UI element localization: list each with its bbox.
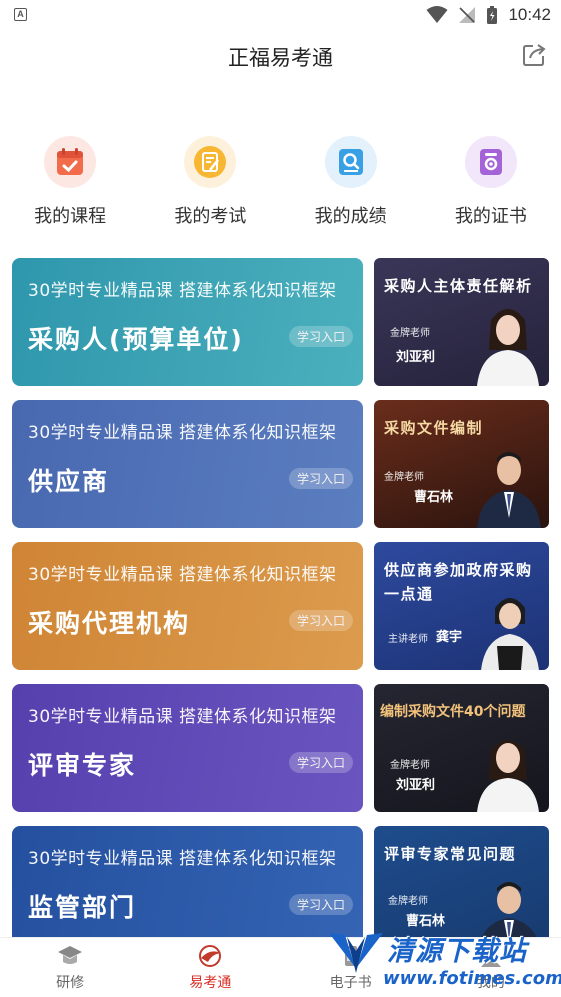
course-list: 30学时专业精品课 搭建体系化知识框架 采购人(预算单位) 学习入口 采购人主体… xyxy=(12,258,549,968)
course-name: 采购代理机构 xyxy=(28,609,191,638)
bottom-nav: 研修 易考通 电子书 我的 xyxy=(0,937,561,997)
teacher-rank: 主讲老师 xyxy=(388,634,428,645)
teacher-rank: 金牌老师 xyxy=(388,896,428,907)
clock: 10:42 xyxy=(508,5,551,24)
nav-profile[interactable]: 我的 xyxy=(436,938,546,997)
teacher-rank: 金牌老师 xyxy=(390,328,430,339)
course-subtitle: 30学时专业精品课 搭建体系化知识框架 xyxy=(28,849,337,869)
course-row: 30学时专业精品课 搭建体系化知识框架 采购人(预算单位) 学习入口 采购人主体… xyxy=(12,258,549,386)
teacher-photo xyxy=(477,452,541,528)
my-courses-label: 我的课程 xyxy=(34,206,107,227)
study-entry-button[interactable]: 学习入口 xyxy=(288,468,353,489)
course-name: 评审专家 xyxy=(28,751,137,780)
promo-card[interactable]: 采购文件编制 金牌老师 曹石林 xyxy=(374,400,549,528)
calendar-icon xyxy=(57,148,84,175)
course-name: 采购人(预算单位) xyxy=(28,325,244,354)
promo-title: 评审专家常见问题 xyxy=(384,845,517,863)
wifi-icon xyxy=(426,6,448,23)
promo-card[interactable]: 编制采购文件40个问题 金牌老师 刘亚利 xyxy=(374,684,549,812)
study-entry-button[interactable]: 学习入口 xyxy=(288,752,353,773)
my-scores-label: 我的成绩 xyxy=(314,206,387,227)
my-exams-label: 我的考试 xyxy=(174,206,247,227)
promo-card[interactable]: 采购人主体责任解析 金牌老师 刘亚利 xyxy=(374,258,549,386)
scores-icon xyxy=(338,149,363,175)
teacher-name: 刘亚利 xyxy=(396,350,436,365)
status-bar: A 10:42 xyxy=(0,0,561,30)
teacher-name: 曹石林 xyxy=(414,490,454,505)
promo-title: 编制采购文件40个问题 xyxy=(380,704,526,720)
study-entry-button[interactable]: 学习入口 xyxy=(288,894,353,915)
profile-icon xyxy=(480,947,501,967)
course-card-expert[interactable]: 30学时专业精品课 搭建体系化知识框架 评审专家 学习入口 xyxy=(12,684,363,812)
course-subtitle: 30学时专业精品课 搭建体系化知识框架 xyxy=(28,707,337,727)
course-subtitle: 30学时专业精品课 搭建体系化知识框架 xyxy=(28,281,337,301)
promo-card[interactable]: 供应商参加政府采购一点通 主讲老师 龚宇 xyxy=(374,542,549,670)
ebook-icon xyxy=(344,946,357,966)
promo-card[interactable]: 评审专家常见问题 金牌老师 曹石林 xyxy=(374,826,549,954)
course-row: 30学时专业精品课 搭建体系化知识框架 评审专家 学习入口 编制采购文件40个问… xyxy=(12,684,549,812)
notification-icon: A xyxy=(14,8,27,21)
quick-menu: 我的课程 我的考试 我的成绩 我的证书 xyxy=(0,136,561,236)
teacher-name: 刘亚利 xyxy=(396,778,436,793)
my-certificates-button[interactable]: 我的证书 xyxy=(426,136,556,236)
promo-title: 采购文件编制 xyxy=(384,419,484,437)
nav-label: 易考通 xyxy=(189,975,232,991)
my-certificates-label: 我的证书 xyxy=(454,206,527,227)
teacher-name: 龚宇 xyxy=(436,630,463,645)
course-card-regulator[interactable]: 30学时专业精品课 搭建体系化知识框架 监管部门 学习入口 xyxy=(12,826,363,954)
nav-study[interactable]: 研修 xyxy=(15,938,125,997)
my-exams-button[interactable]: 我的考试 xyxy=(145,136,275,236)
my-courses-button[interactable]: 我的课程 xyxy=(5,136,135,236)
nav-label: 研修 xyxy=(56,975,85,991)
nav-ebook[interactable]: 电子书 xyxy=(296,938,406,997)
promo-title: 采购人主体责任解析 xyxy=(384,277,533,295)
teacher-rank: 金牌老师 xyxy=(390,760,430,771)
exam-icon xyxy=(194,146,227,178)
study-entry-button[interactable]: 学习入口 xyxy=(288,326,353,347)
course-name: 供应商 xyxy=(28,467,110,496)
study-entry-button[interactable]: 学习入口 xyxy=(288,610,353,631)
nav-exam[interactable]: 易考通 xyxy=(155,938,265,997)
course-subtitle: 30学时专业精品课 搭建体系化知识框架 xyxy=(28,423,337,443)
teacher-name: 曹石林 xyxy=(406,914,446,929)
course-name: 监管部门 xyxy=(28,893,137,922)
course-row: 30学时专业精品课 搭建体系化知识框架 供应商 学习入口 采购文件编制 金牌老师… xyxy=(12,400,549,528)
teacher-photo xyxy=(481,598,539,670)
course-row: 30学时专业精品课 搭建体系化知识框架 采购代理机构 学习入口 供应商参加政府采… xyxy=(12,542,549,670)
no-signal-icon xyxy=(459,7,476,23)
teacher-photo xyxy=(477,740,539,812)
exam-logo-icon xyxy=(199,945,222,967)
page-title: 正福易考通 xyxy=(228,46,333,70)
nav-label: 电子书 xyxy=(329,975,372,991)
course-subtitle: 30学时专业精品课 搭建体系化知识框架 xyxy=(28,565,337,585)
course-card-supplier[interactable]: 30学时专业精品课 搭建体系化知识框架 供应商 学习入口 xyxy=(12,400,363,528)
app-header: 正福易考通 xyxy=(0,34,561,78)
teacher-photo xyxy=(477,309,539,386)
course-card-agency[interactable]: 30学时专业精品课 搭建体系化知识框架 采购代理机构 学习入口 xyxy=(12,542,363,670)
course-card-purchaser[interactable]: 30学时专业精品课 搭建体系化知识框架 采购人(预算单位) 学习入口 xyxy=(12,258,363,386)
my-scores-button[interactable]: 我的成绩 xyxy=(286,136,416,236)
graduation-cap-icon xyxy=(58,946,83,964)
battery-icon xyxy=(487,6,498,24)
nav-label: 我的 xyxy=(476,975,505,991)
teacher-rank: 金牌老师 xyxy=(384,472,424,483)
course-row: 30学时专业精品课 搭建体系化知识框架 监管部门 学习入口 评审专家常见问题 金… xyxy=(12,826,549,954)
share-icon[interactable] xyxy=(521,42,547,68)
certificate-icon xyxy=(479,149,502,175)
